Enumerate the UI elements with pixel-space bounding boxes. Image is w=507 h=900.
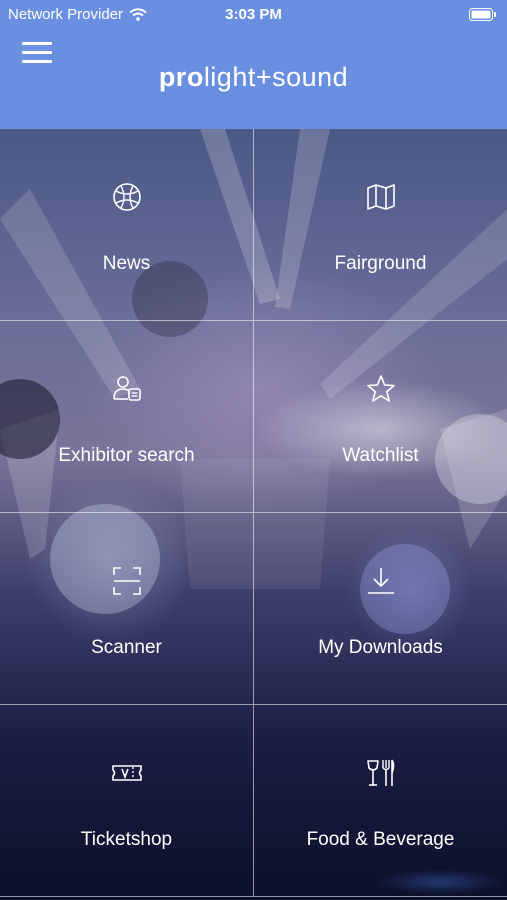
logo-light: light+sound xyxy=(203,62,349,92)
food-beverage-icon xyxy=(366,759,394,786)
exhibitor-search-icon xyxy=(112,376,141,401)
ticket-icon xyxy=(111,765,142,781)
tile-label: News xyxy=(102,253,151,274)
tile-exhibitor-search[interactable]: Exhibitor search xyxy=(0,321,254,513)
menu-icon-line xyxy=(22,42,52,45)
tile-fairground[interactable]: Fairground xyxy=(254,129,507,321)
app-logo: prolight+sound xyxy=(0,62,507,93)
tile-label: Watchlist xyxy=(342,445,419,466)
tile-watchlist[interactable]: Watchlist xyxy=(254,321,507,513)
app-header: prolight+sound xyxy=(0,30,507,129)
tile-label: Food & Beverage xyxy=(306,829,455,850)
tile-scanner[interactable]: Scanner xyxy=(0,513,254,705)
menu-icon-line xyxy=(22,51,52,54)
tile-label: Ticketshop xyxy=(80,829,173,850)
status-time: 3:03 PM xyxy=(225,6,282,23)
logo-bold: pro xyxy=(158,62,204,92)
tile-my-downloads[interactable]: My Downloads xyxy=(254,513,507,705)
tile-food-beverage[interactable]: Food & Beverage xyxy=(254,705,507,897)
map-icon xyxy=(366,184,395,210)
tile-news[interactable]: News xyxy=(0,129,254,321)
scanner-icon xyxy=(112,567,141,595)
tile-label: Exhibitor search xyxy=(58,445,195,466)
tile-label: My Downloads xyxy=(318,637,443,658)
tile-label: Scanner xyxy=(91,637,162,658)
star-icon xyxy=(366,375,395,402)
main-menu-grid: News Fairground Exhibitor search Watchli… xyxy=(0,129,507,900)
globe-icon xyxy=(112,183,141,211)
tile-ticketshop[interactable]: Ticketshop xyxy=(0,705,254,897)
tile-label: Fairground xyxy=(334,253,427,274)
download-icon xyxy=(367,568,394,594)
battery-icon xyxy=(469,8,496,21)
status-bar: Network Provider 3:03 PM xyxy=(0,0,507,30)
